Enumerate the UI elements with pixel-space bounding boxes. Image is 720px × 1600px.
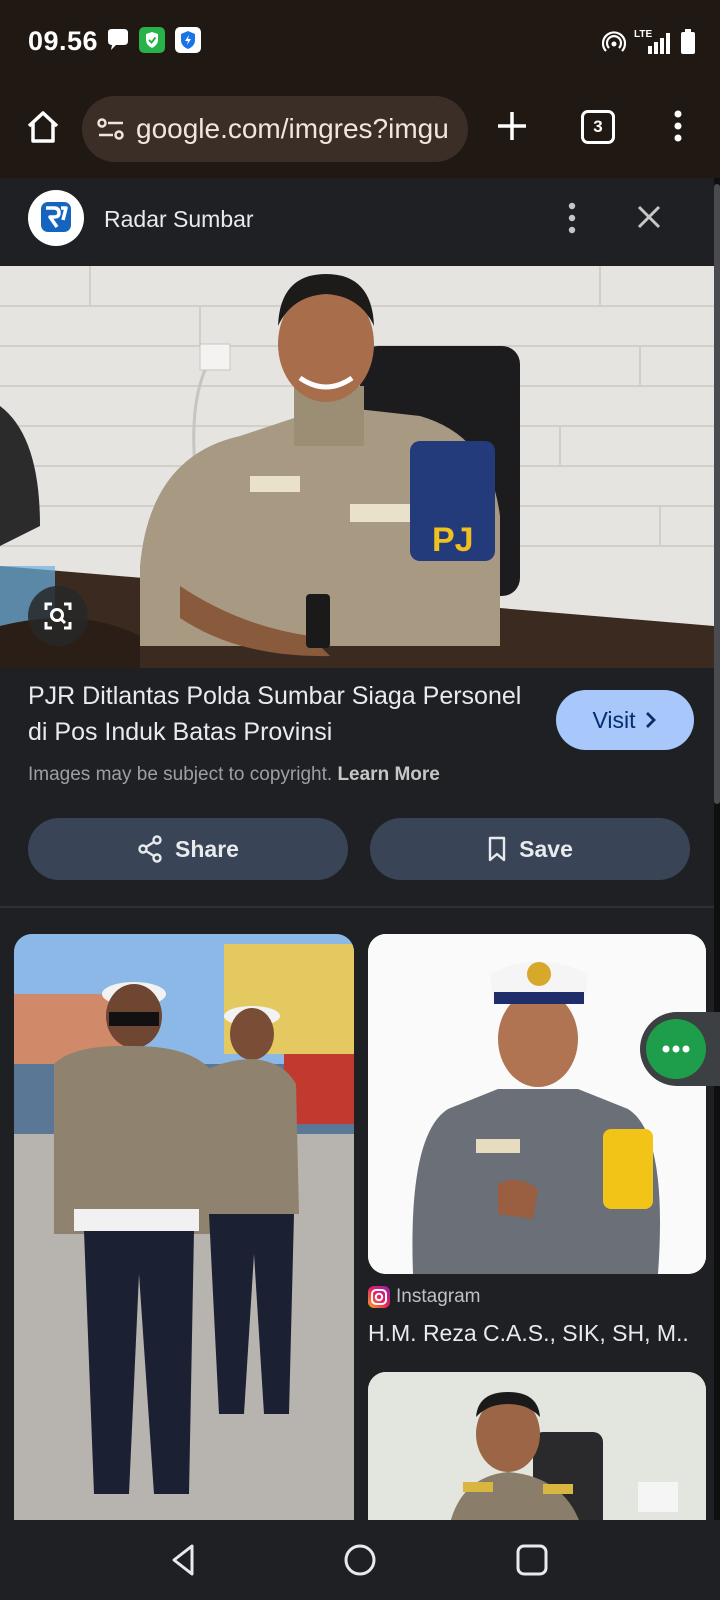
recents-icon[interactable] <box>512 1540 552 1580</box>
url-text: google.com/imgres?imgu <box>136 113 449 144</box>
officer-photo: PJ <box>0 266 714 668</box>
related-image-1[interactable] <box>14 934 354 1528</box>
more-menu-icon[interactable] <box>666 106 690 146</box>
source-header: Radar Sumbar <box>0 178 714 266</box>
source-name[interactable]: Radar Sumbar <box>104 206 254 233</box>
site-settings-icon[interactable] <box>96 115 126 143</box>
back-icon[interactable] <box>164 1540 204 1580</box>
officer-portrait-photo <box>368 934 706 1274</box>
hotspot-icon <box>602 31 626 52</box>
source-logo[interactable] <box>28 190 84 246</box>
close-icon[interactable] <box>634 202 664 232</box>
related-caption-2[interactable]: H.M. Reza C.A.S., SIK, SH, M... <box>368 1320 688 1347</box>
section-divider <box>0 906 714 908</box>
related-image-3[interactable] <box>368 1372 706 1532</box>
traffic-police-photo <box>14 934 354 1528</box>
browser-chrome: 09.56 LTE google.com/imgres?imgu 3 <box>0 0 720 178</box>
system-nav-bar <box>0 1520 720 1600</box>
radar-sumbar-logo-icon <box>41 202 71 232</box>
shield-app-icon <box>139 27 165 53</box>
svg-text:PJ: PJ <box>432 521 474 559</box>
scrollbar-thumb[interactable] <box>714 184 720 804</box>
save-label: Save <box>519 835 573 862</box>
status-bar: 09.56 LTE <box>0 0 720 84</box>
copyright-text: Images may be subject to copyright. <box>28 764 333 785</box>
chat-button[interactable] <box>646 1019 706 1079</box>
battery-icon <box>681 29 695 54</box>
share-label: Share <box>175 835 239 862</box>
related-image-2[interactable] <box>368 934 706 1274</box>
image-detail-panel: Radar Sumbar PJ PJR Ditlantas Polda Sumb… <box>0 178 714 1532</box>
related-source-2[interactable]: Instagram <box>368 1286 480 1308</box>
lens-icon <box>44 602 72 630</box>
more-dots-icon <box>662 1045 690 1053</box>
instagram-icon <box>368 1286 390 1308</box>
visit-button[interactable]: Visit <box>556 690 694 750</box>
security-app-icon <box>175 27 201 53</box>
share-icon <box>138 835 162 863</box>
source-more-icon[interactable] <box>564 200 580 236</box>
tab-switcher-button[interactable]: 3 <box>581 110 615 144</box>
status-right-icons: LTE <box>602 28 696 56</box>
result-title[interactable]: PJR Ditlantas Polda Sumbar Siaga Persone… <box>28 678 528 750</box>
main-image[interactable]: PJ <box>0 266 714 668</box>
address-bar[interactable]: google.com/imgres?imgu <box>82 96 468 162</box>
bookmark-icon <box>488 836 506 862</box>
new-tab-icon[interactable] <box>492 106 532 146</box>
status-time: 09.56 <box>28 26 99 56</box>
screen: 09.56 LTE google.com/imgres?imgu 3 Radar… <box>0 0 720 1600</box>
related-source-name: Instagram <box>396 1286 481 1307</box>
signal-icon: LTE <box>634 30 672 54</box>
url-bar-row: google.com/imgres?imgu 3 <box>0 94 720 164</box>
save-button[interactable]: Save <box>370 818 690 880</box>
learn-more-link[interactable]: Learn More <box>337 764 439 785</box>
copyright-notice: Images may be subject to copyright. Lear… <box>28 764 440 786</box>
home-nav-icon[interactable] <box>340 1540 380 1580</box>
home-icon[interactable] <box>20 104 66 150</box>
officer-desk-photo <box>368 1372 706 1532</box>
lens-search-button[interactable] <box>28 586 88 646</box>
floating-chat-bubble[interactable] <box>640 1012 720 1086</box>
visit-label: Visit <box>592 706 636 733</box>
chat-bubble-icon <box>108 29 128 50</box>
chevron-right-icon <box>645 712 656 728</box>
share-button[interactable]: Share <box>28 818 348 880</box>
